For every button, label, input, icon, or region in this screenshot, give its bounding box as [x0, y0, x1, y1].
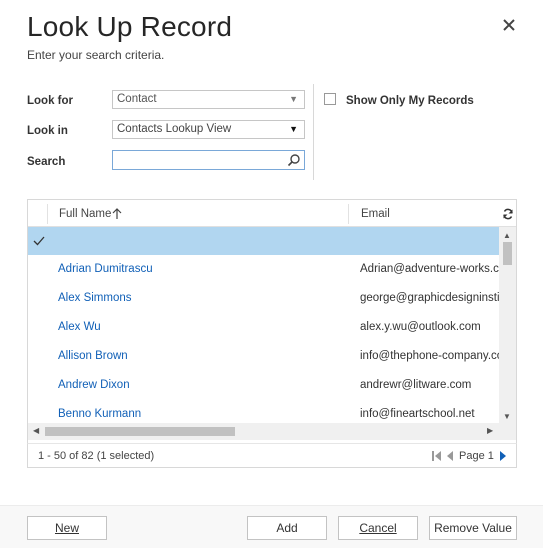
table-row[interactable]: Alex Wu alex.y.wu@outlook.com — [28, 313, 499, 342]
contact-email: george@graphicdesigninstitute.com — [360, 292, 499, 304]
add-button[interactable]: Add — [247, 516, 327, 540]
new-button[interactable]: New — [27, 516, 107, 540]
remove-value-button-label: Remove Value — [434, 521, 512, 535]
contact-name-link[interactable]: Alex Simmons — [58, 292, 132, 304]
selected-row[interactable] — [28, 227, 499, 255]
form-divider — [313, 84, 314, 180]
remove-value-button[interactable]: Remove Value — [429, 516, 517, 540]
chevron-down-icon: ▼ — [289, 124, 298, 134]
horizontal-scrollbar[interactable]: ◀ ▶ — [28, 423, 499, 440]
contact-email: info@thephone-company.com — [360, 350, 499, 362]
contact-name-link[interactable]: Alex Wu — [58, 321, 101, 333]
contact-name-link[interactable]: Adrian Dumitrascu — [58, 263, 153, 275]
search-input[interactable] — [113, 151, 283, 169]
look-for-label: Look for — [27, 95, 73, 107]
scroll-up-icon[interactable]: ▲ — [503, 231, 511, 240]
records-grid: Full Name Email Adrian Dumitrascu Adrian… — [27, 199, 517, 467]
contact-name-link[interactable]: Allison Brown — [58, 350, 128, 362]
sort-ascending-icon[interactable] — [112, 208, 122, 220]
chevron-down-icon: ▼ — [289, 94, 298, 104]
cancel-button[interactable]: Cancel — [338, 516, 418, 540]
scrollbar-corner — [499, 423, 516, 440]
show-only-my-records-checkbox[interactable] — [324, 93, 336, 105]
add-button-label: Add — [276, 521, 298, 535]
look-in-label: Look in — [27, 125, 68, 137]
contact-email: alex.y.wu@outlook.com — [360, 321, 481, 333]
table-row[interactable]: Andrew Dixon andrewr@litware.com — [28, 371, 499, 400]
previous-page-icon — [447, 451, 453, 461]
contact-name-link[interactable]: Andrew Dixon — [58, 379, 130, 391]
table-row[interactable]: Alex Simmons george@graphicdesigninstitu… — [28, 284, 499, 313]
contact-email: andrewr@litware.com — [360, 379, 472, 391]
contact-email: info@fineartschool.net — [360, 408, 475, 420]
look-in-value: Contacts Lookup View — [117, 123, 232, 135]
grid-footer: 1 - 50 of 82 (1 selected) Page 1 — [27, 443, 517, 468]
refresh-icon[interactable] — [502, 208, 514, 220]
scroll-down-icon[interactable]: ▼ — [503, 412, 511, 421]
look-for-select[interactable]: Contact ▼ — [112, 90, 305, 109]
show-only-my-records-label[interactable]: Show Only My Records — [346, 95, 474, 107]
table-row[interactable]: Adrian Dumitrascu Adrian@adventure-works… — [28, 255, 499, 284]
header-separator — [47, 204, 48, 224]
look-in-select[interactable]: Contacts Lookup View ▼ — [112, 120, 305, 139]
page-label: Page 1 — [459, 450, 494, 462]
vertical-scrollbar[interactable]: ▲ ▼ — [499, 227, 516, 423]
search-label: Search — [27, 156, 66, 168]
grid-header: Full Name Email — [28, 200, 516, 227]
column-header-email[interactable]: Email — [361, 208, 390, 220]
next-page-icon[interactable] — [499, 451, 507, 461]
look-for-value: Contact — [117, 93, 157, 105]
contact-name-link[interactable]: Benno Kurmann — [58, 408, 141, 420]
close-icon[interactable] — [500, 16, 518, 34]
contact-email: Adrian@adventure-works.com — [360, 263, 499, 275]
dialog-title: Look Up Record — [27, 11, 233, 42]
first-page-icon — [432, 451, 441, 461]
scroll-right-icon[interactable]: ▶ — [487, 426, 493, 435]
scroll-left-icon[interactable]: ◀ — [33, 426, 39, 435]
record-count: 1 - 50 of 82 (1 selected) — [38, 450, 155, 462]
scrollbar-thumb[interactable] — [45, 427, 235, 436]
new-button-label: New — [54, 521, 79, 535]
cancel-button-label: Cancel — [359, 521, 397, 535]
checkmark-icon — [33, 236, 45, 246]
column-header-full-name[interactable]: Full Name — [59, 208, 111, 220]
search-box — [112, 150, 305, 170]
header-separator — [348, 204, 349, 224]
dialog-subtitle: Enter your search criteria. — [27, 48, 165, 62]
table-row[interactable]: Allison Brown info@thephone-company.com — [28, 342, 499, 371]
scrollbar-thumb[interactable] — [503, 242, 512, 265]
search-icon[interactable] — [287, 153, 301, 167]
button-bar: New Add Cancel Remove Value — [0, 505, 543, 548]
